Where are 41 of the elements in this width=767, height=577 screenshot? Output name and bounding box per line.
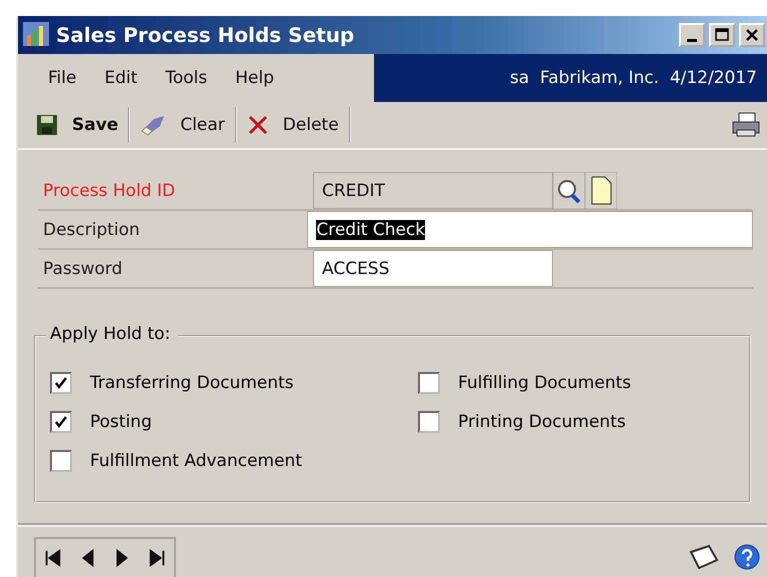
checkmark-icon: [54, 376, 68, 390]
clear-button[interactable]: Clear: [130, 107, 237, 143]
checkbox-label: Posting: [90, 412, 152, 432]
checkmark-icon: [54, 414, 68, 428]
eraser-icon: [140, 114, 166, 136]
minimize-icon: [687, 38, 697, 42]
menu-item[interactable]: Tools: [165, 68, 208, 88]
search-icon[interactable]: [553, 172, 585, 209]
field-label: Description: [42, 218, 141, 242]
group-title: Apply Hold to:: [46, 324, 178, 344]
close-icon: [246, 114, 269, 136]
maximize-icon: [714, 27, 730, 43]
delete-button[interactable]: Delete: [236, 107, 351, 143]
note-icon[interactable]: [687, 544, 719, 570]
field-label: Process Hold ID: [42, 180, 176, 202]
close-button[interactable]: [739, 23, 765, 47]
session-info: sa Fabrikam, Inc. 4/12/2017: [374, 54, 767, 102]
checkbox-label: Fulfilling Documents: [458, 372, 632, 392]
checkbox[interactable]: [50, 450, 72, 472]
text-field[interactable]: Credit Check: [307, 211, 753, 248]
checkbox[interactable]: [418, 410, 440, 432]
checkbox-label: Printing Documents: [458, 412, 626, 432]
new-document-icon[interactable]: [585, 172, 617, 209]
menu-item[interactable]: File: [48, 68, 76, 88]
text-field[interactable]: ACCESS: [313, 250, 553, 287]
menu-item[interactable]: Help: [235, 68, 274, 88]
field-label: Password: [42, 258, 124, 280]
checkbox[interactable]: [50, 410, 72, 432]
window-title: Sales Process Holds Setup: [56, 23, 356, 47]
maximize-button[interactable]: [709, 23, 735, 47]
checkbox-label: Transferring Documents: [90, 372, 294, 392]
checkbox[interactable]: [50, 372, 72, 394]
app-icon: [22, 21, 52, 49]
close-icon: [745, 28, 759, 42]
help-icon[interactable]: [733, 543, 761, 571]
printer-icon[interactable]: [731, 112, 761, 138]
checkbox[interactable]: [418, 372, 440, 394]
minimize-button[interactable]: [679, 23, 705, 47]
save-button[interactable]: Save: [26, 107, 130, 143]
menu-item[interactable]: Edit: [104, 68, 138, 88]
checkbox-label: Fulfillment Advancement: [90, 450, 302, 470]
